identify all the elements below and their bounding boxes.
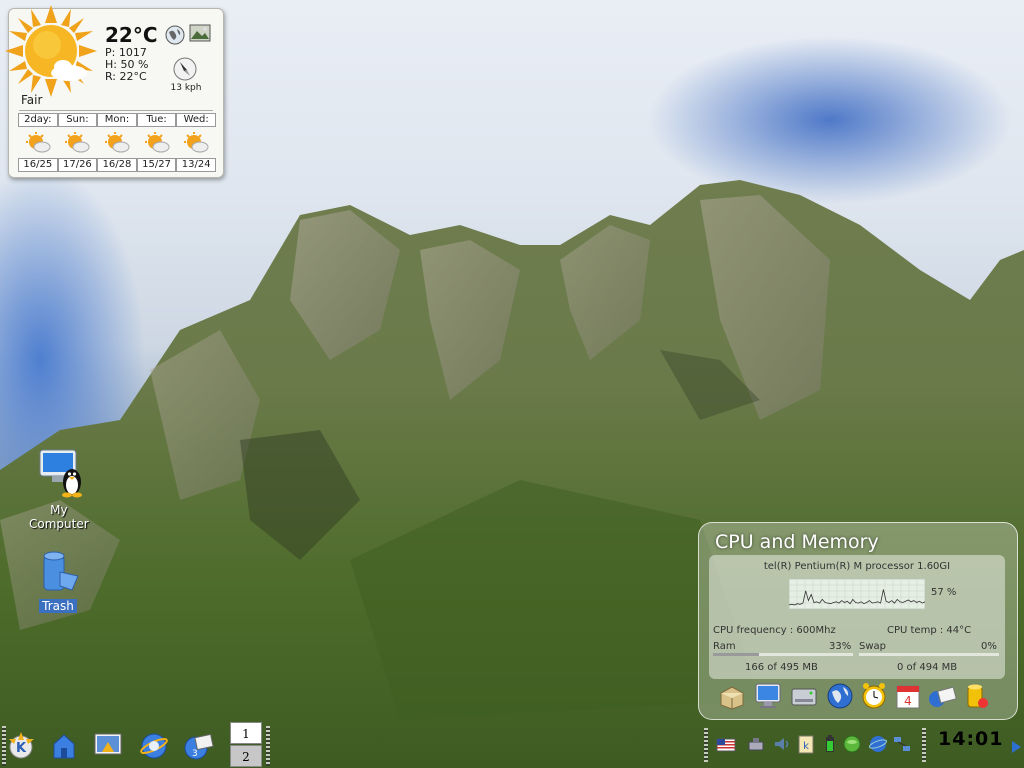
svg-text:K: K xyxy=(16,741,27,756)
partly-cloudy-icon xyxy=(104,132,130,153)
panel-handle[interactable] xyxy=(266,726,270,766)
temperature: 22°C xyxy=(105,23,158,47)
cpu-widget-title: CPU and Memory xyxy=(715,531,879,553)
pager-desktop-2[interactable]: 2 xyxy=(230,745,262,767)
keyboard-flag-icon[interactable] xyxy=(716,734,736,754)
wind-compass-icon xyxy=(173,57,197,81)
ram-percent: 33% xyxy=(829,641,852,652)
forecast: 2day: 16/25 Sun: 17/26 Mon: 16/28 Tue: 1… xyxy=(18,113,216,173)
package-icon[interactable] xyxy=(717,681,747,711)
trash-bin-icon xyxy=(43,551,79,591)
my-computer-label: My Computer xyxy=(29,503,89,531)
partly-cloudy-icon xyxy=(25,132,51,153)
forecast-day: 2day: 16/25 xyxy=(18,113,58,173)
kde-menu-icon[interactable]: K xyxy=(6,730,38,762)
forecast-day-label: Tue: xyxy=(136,113,177,127)
network-manager-icon[interactable] xyxy=(892,734,912,754)
swap-usage: 0 of 494 MB xyxy=(897,662,958,673)
forecast-day: Sun: 17/26 xyxy=(57,113,98,173)
forecast-range: 16/28 xyxy=(97,158,137,172)
trash-desktop-icon[interactable]: Trash xyxy=(26,550,90,613)
panel-handle[interactable] xyxy=(704,728,708,762)
forecast-day-label: Wed: xyxy=(176,113,216,127)
forecast-day: Mon: 16/28 xyxy=(97,113,137,173)
weather-stats: P: 1017 H: 50 % R: 22°C xyxy=(105,47,148,83)
forecast-day-label: Mon: xyxy=(97,113,137,127)
cpu-load-graph xyxy=(789,579,925,609)
forecast-range: 15/27 xyxy=(136,158,177,172)
globe-status-icon[interactable] xyxy=(868,734,888,754)
partly-cloudy-icon xyxy=(65,132,90,153)
ram-label: Ram xyxy=(713,641,736,652)
battery-icon[interactable] xyxy=(820,734,840,754)
processor-name: tel(R) Pentium(R) M processor 1.60GI xyxy=(763,561,951,572)
forecast-day-label: Sun: xyxy=(57,113,98,127)
clock[interactable]: 14:01 xyxy=(938,728,1003,750)
globe-icon[interactable] xyxy=(165,25,185,45)
calendar-icon[interactable]: 4 xyxy=(893,681,923,711)
kopete-icon[interactable] xyxy=(842,734,862,754)
panel-handle[interactable] xyxy=(922,728,926,762)
cpu-temperature: CPU temp : 44°C xyxy=(887,625,972,636)
cpu-frequency: CPU frequency : 600Mhz xyxy=(713,625,836,636)
desktop-icon[interactable] xyxy=(92,730,124,762)
klipper-icon[interactable]: k xyxy=(796,734,816,754)
photo-icon[interactable] xyxy=(189,23,211,43)
svg-text:k: k xyxy=(803,741,809,752)
desktop-pager: 1 2 xyxy=(230,722,262,768)
weather-condition: Fair xyxy=(21,93,43,107)
browser-icon[interactable] xyxy=(138,730,170,762)
computer-tux-icon xyxy=(39,449,82,498)
system-tray: k xyxy=(704,728,932,764)
widget-launcher-bar: 4 xyxy=(713,681,1005,713)
volume-icon[interactable] xyxy=(772,734,792,754)
alarm-clock-icon[interactable] xyxy=(859,681,889,711)
drive-icon[interactable] xyxy=(789,681,819,711)
forecast-range: 13/24 xyxy=(176,158,216,172)
forecast-day-label: 2day: xyxy=(18,113,58,127)
trash-label: Trash xyxy=(39,599,77,613)
forecast-range: 16/25 xyxy=(18,158,58,172)
ram-usage: 166 of 495 MB xyxy=(745,662,818,673)
swap-bar xyxy=(859,653,999,656)
globe-icon[interactable] xyxy=(825,681,855,711)
partly-cloudy-icon xyxy=(184,132,209,153)
my-computer-desktop-icon[interactable]: My Computer xyxy=(26,448,90,531)
cpu-load-percent: 57 % xyxy=(931,587,957,598)
panel-hide-arrow-icon[interactable] xyxy=(1010,740,1022,754)
cpu-memory-widget: CPU and Memory tel(R) Pentium(R) M proce… xyxy=(698,522,1018,720)
partly-cloudy-icon xyxy=(144,132,170,153)
trash-can-icon[interactable] xyxy=(961,681,991,711)
mail-icon[interactable] xyxy=(927,681,957,711)
pager-desktop-1[interactable]: 1 xyxy=(230,722,262,744)
cpu-widget-panel: tel(R) Pentium(R) M processor 1.60GI 57 … xyxy=(709,555,1005,679)
forecast-day: Wed: 13/24 xyxy=(176,113,216,173)
weather-divider xyxy=(19,110,213,111)
network-icon[interactable] xyxy=(746,734,766,754)
svg-text:3: 3 xyxy=(192,749,198,759)
forecast-range: 17/26 xyxy=(57,158,98,172)
weather-widget: 22°C P: 1017 H: 50 % R: 22°C 13 kph Fair… xyxy=(5,5,224,178)
wind-speed: 13 kph xyxy=(170,83,202,93)
sunny-weather-icon xyxy=(5,5,97,97)
forecast-day: Tue: 15/27 xyxy=(136,113,177,173)
home-folder-icon[interactable] xyxy=(48,730,80,762)
swap-label: Swap xyxy=(859,641,887,652)
ram-bar xyxy=(713,653,853,656)
realfeel: R: 22°C xyxy=(105,70,147,83)
monitor-icon[interactable] xyxy=(753,681,783,711)
swap-percent: 0% xyxy=(981,641,997,652)
ram-bar-fill xyxy=(713,653,760,656)
svg-text:4: 4 xyxy=(904,694,912,708)
kontact-icon[interactable]: 3 xyxy=(182,730,214,762)
